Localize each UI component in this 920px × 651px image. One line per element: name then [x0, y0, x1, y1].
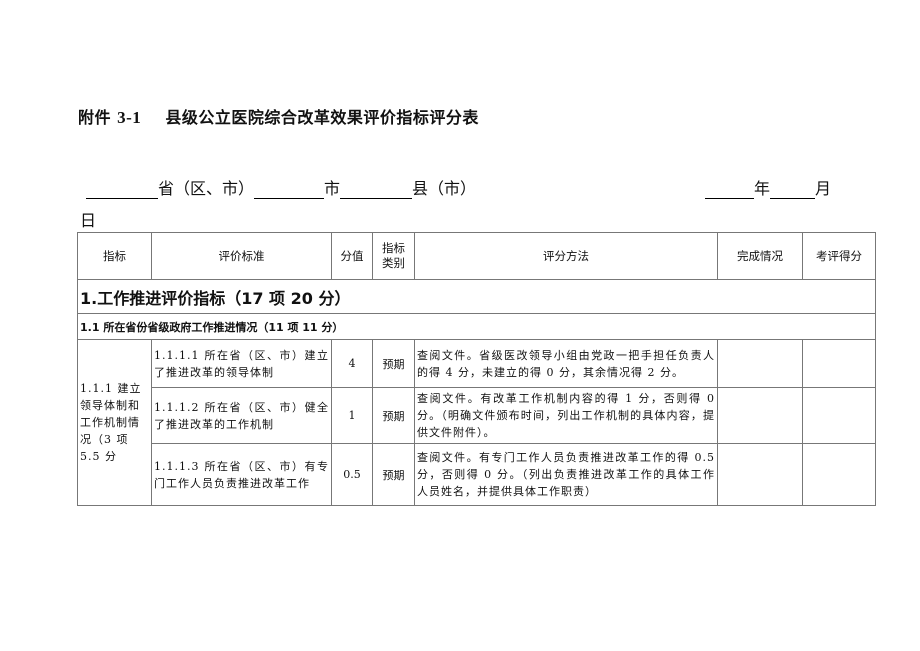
province-blank[interactable] [86, 180, 158, 199]
completion-cell[interactable] [717, 387, 803, 444]
header-category-text: 指标类别 [382, 241, 405, 270]
method-cell: 查阅文件。有专门工作人员负责推进改革工作的得 0.5 分，否则得 0 分。（列出… [414, 443, 718, 506]
table-row: 1.1.1 建立领导体制和工作机制情况（3 项 5.5 分 1.1.1.1 所在… [77, 339, 876, 506]
category-cell: 预期 [372, 339, 415, 388]
header-score: 分值 [331, 232, 373, 280]
table-row: 1.1.1.3 所在省（区、市）有专门工作人员负责推进改革工作 0.5 预期 查… [78, 443, 876, 506]
header-criterion: 评价标准 [151, 232, 332, 280]
subsection-row: 1.1 所在省份省级政府工作推进情况（11 项 11 分） [77, 313, 876, 340]
header-indicator: 指标 [77, 232, 152, 280]
criterion-cell: 1.1.1.3 所在省（区、市）有专门工作人员负责推进改革工作 [151, 443, 332, 506]
header-completion: 完成情况 [717, 232, 803, 280]
evaluation-table: 指标 评价标准 分值 指标类别 评分方法 完成情况 考评得分 1.工作推进评价指… [77, 232, 876, 506]
criterion-cell: 1.1.1.1 所在省（区、市）建立了推进改革的领导体制 [151, 339, 332, 388]
title-number: 3-1 [117, 108, 142, 127]
category-cell: 预期 [372, 443, 415, 506]
group-label: 1.1.1 建立领导体制和工作机制情况（3 项 5.5 分 [77, 339, 152, 506]
evaluation-score-cell[interactable] [802, 387, 876, 444]
completion-cell[interactable] [717, 443, 803, 506]
month-label: 月 [815, 179, 832, 198]
date-line: 年月 [705, 175, 831, 199]
criterion-cell: 1.1.1.2 所在省（区、市）健全了推进改革的工作机制 [151, 387, 332, 444]
method-cell: 查阅文件。省级医改领导小组由党政一把手担任负责人的得 4 分，未建立的得 0 分… [414, 339, 718, 388]
header-method: 评分方法 [414, 232, 718, 280]
document-title: 附件 3-1 县级公立医院综合改革效果评价指标评分表 [78, 104, 479, 128]
header-row: 指标 评价标准 分值 指标类别 评分方法 完成情况 考评得分 [77, 232, 876, 280]
county-blank[interactable] [340, 180, 413, 199]
section-row: 1.工作推进评价指标（17 项 20 分） [77, 279, 876, 314]
title-text: 县级公立医院综合改革效果评价指标评分表 [165, 108, 479, 127]
month-blank[interactable] [770, 180, 816, 199]
county-label: 县（市） [412, 179, 477, 198]
header-evaluation-score: 考评得分 [802, 232, 876, 280]
evaluation-score-cell[interactable] [802, 443, 876, 506]
location-line: 省（区、市） 市 县（市） [86, 175, 476, 199]
category-cell: 预期 [372, 387, 415, 444]
subsection-title: 1.1 所在省份省级政府工作推进情况（11 项 11 分） [77, 313, 876, 340]
method-cell: 查阅文件。有改革工作机制内容的得 1 分，否则得 0 分。（明确文件颁布时间，列… [414, 387, 718, 444]
evaluation-score-cell[interactable] [802, 339, 876, 388]
score-cell: 4 [331, 339, 373, 388]
day-label: 日 [80, 211, 97, 230]
city-label: 市 [324, 179, 341, 198]
year-blank[interactable] [705, 180, 754, 199]
city-blank[interactable] [254, 180, 325, 199]
province-label: 省（区、市） [158, 179, 255, 198]
score-cell: 1 [331, 387, 373, 444]
header-category: 指标类别 [372, 232, 415, 280]
year-label: 年 [754, 179, 771, 198]
title-prefix: 附件 [78, 108, 112, 127]
score-cell: 0.5 [331, 443, 373, 506]
completion-cell[interactable] [717, 339, 803, 388]
section-title: 1.工作推进评价指标（17 项 20 分） [77, 279, 876, 314]
table-row: 1.1.1.2 所在省（区、市）健全了推进改革的工作机制 1 预期 查阅文件。有… [78, 387, 876, 444]
